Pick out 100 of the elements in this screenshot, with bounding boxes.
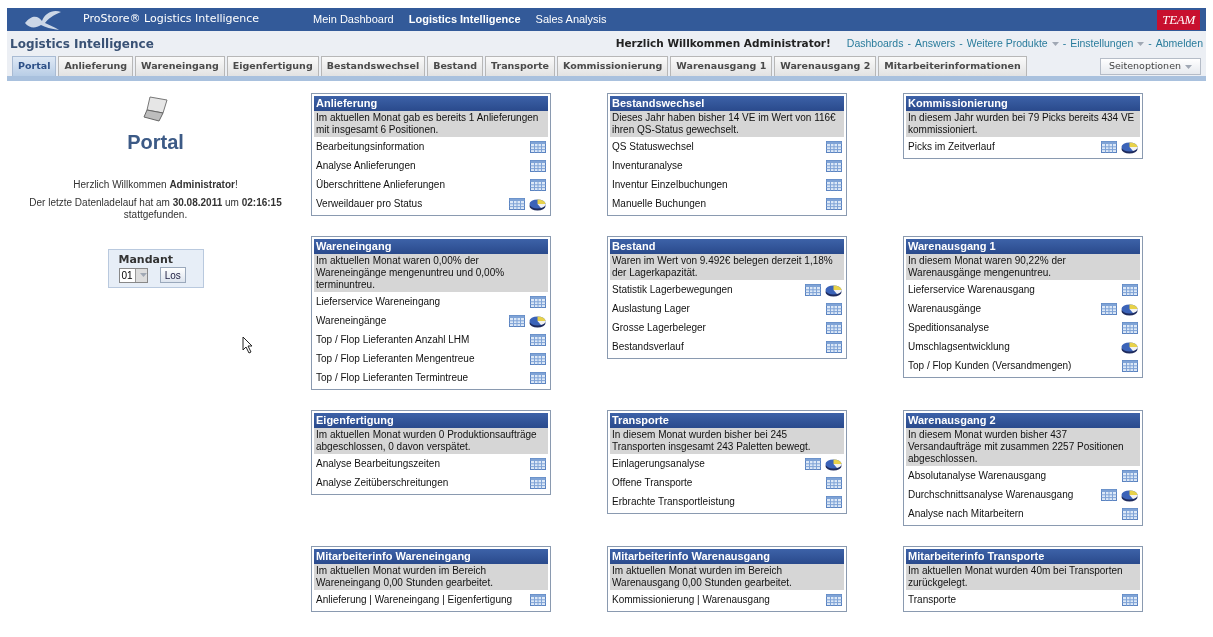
report-link[interactable]: Picks im Zeitverlauf — [908, 139, 995, 154]
tab[interactable]: Transporte — [485, 56, 555, 76]
report-link[interactable]: QS Statuswechsel — [612, 139, 694, 154]
report-link[interactable]: Speditionsanalyse — [908, 320, 990, 335]
table-icon[interactable] — [805, 457, 821, 470]
table-icon[interactable] — [509, 197, 525, 210]
report-link[interactable]: Durchschnittsanalyse Warenausgang — [908, 487, 1074, 502]
go-button[interactable]: Los — [159, 267, 186, 283]
report-link[interactable]: Wareneingänge — [316, 313, 387, 328]
table-icon[interactable] — [1122, 283, 1138, 296]
report-link[interactable]: Offene Transporte — [612, 475, 693, 490]
table-icon[interactable] — [826, 476, 842, 489]
report-link[interactable]: Analyse Zeitüberschreitungen — [316, 475, 449, 490]
nav-link[interactable]: Sales Analysis — [535, 11, 607, 28]
tab[interactable]: Warenausgang 2 — [774, 56, 877, 76]
report-link[interactable]: Lieferservice Wareneingang — [316, 294, 441, 309]
tab[interactable]: Bestandswechsel — [320, 56, 426, 76]
table-icon[interactable] — [1122, 507, 1138, 520]
header-link[interactable]: Abmelden — [1155, 35, 1203, 52]
table-icon[interactable] — [1101, 140, 1117, 153]
product-name: ProStore® Logistics Intelligence — [83, 11, 261, 28]
table-icon[interactable] — [530, 333, 546, 346]
laptop-icon — [142, 95, 169, 123]
table-icon[interactable] — [530, 352, 546, 365]
tab[interactable]: Wareneingang — [135, 56, 225, 76]
report-link[interactable]: Grosse Lagerbeleger — [612, 320, 706, 335]
table-icon[interactable] — [826, 593, 842, 606]
table-icon[interactable] — [826, 495, 842, 508]
table-icon[interactable] — [1122, 359, 1138, 372]
report-link[interactable]: Bearbeitungsinformation — [316, 139, 425, 154]
report-link[interactable]: Top / Flop Kunden (Versandmengen) — [908, 358, 1072, 373]
tab[interactable]: Anlieferung — [58, 56, 134, 76]
report-link[interactable]: Top / Flop Lieferanten Anzahl LHM — [316, 332, 470, 347]
table-icon[interactable] — [826, 140, 842, 153]
report-link[interactable]: Kommissionierung | Warenausgang — [612, 592, 770, 607]
report-link[interactable]: Anlieferung | Wareneingang | Eigenfertigung — [316, 592, 513, 607]
report-link[interactable]: Warenausgänge — [908, 301, 981, 316]
header-link[interactable]: Dashboards — [846, 35, 904, 52]
table-icon[interactable] — [530, 140, 546, 153]
header-link[interactable]: Answers — [914, 35, 956, 52]
table-icon[interactable] — [826, 302, 842, 315]
report-link[interactable]: Analyse nach Mitarbeitern — [908, 506, 1024, 521]
table-icon[interactable] — [530, 295, 546, 308]
tab[interactable]: Bestand — [427, 56, 484, 76]
welcome-text: Herzlich Willkommen Administrator! — [615, 35, 831, 51]
table-icon[interactable] — [530, 371, 546, 384]
table-icon[interactable] — [509, 314, 525, 327]
report-link[interactable]: Umschlagsentwicklung — [908, 339, 1010, 354]
report-link[interactable]: Top / Flop Lieferanten Termintreue — [316, 370, 469, 385]
header-link[interactable]: Einstellungen — [1070, 35, 1145, 52]
header-link[interactable]: Weitere Produkte — [966, 35, 1059, 52]
report-link[interactable]: Absolutanalyse Warenausgang — [908, 468, 1047, 483]
report-link[interactable]: Analyse Bearbeitungszeiten — [316, 456, 440, 471]
report-link[interactable]: Bestandsverlauf — [612, 339, 684, 354]
table-icon[interactable] — [530, 178, 546, 191]
card-title: Kommissionierung — [906, 96, 1140, 111]
table-icon[interactable] — [530, 476, 546, 489]
report-link[interactable]: Inventuranalyse — [612, 158, 683, 173]
report-link[interactable]: Top / Flop Lieferanten Mengentreue — [316, 351, 475, 366]
card-summary: In diesem Monat waren 90,22% der Warenausgänge mengenuntreu. — [906, 254, 1140, 280]
mandant-label: Mandant — [118, 254, 175, 266]
nav-link[interactable]: Logistics Intelligence — [408, 11, 521, 28]
report-link[interactable]: Statistik Lagerbewegungen — [612, 282, 733, 297]
table-icon[interactable] — [826, 321, 842, 334]
page-options-button[interactable]: Seitenoptionen — [1100, 58, 1201, 75]
table-icon[interactable] — [826, 178, 842, 191]
table-icon[interactable] — [1101, 488, 1117, 501]
mandant-select[interactable]: 01 — [118, 267, 148, 283]
table-icon[interactable] — [530, 457, 546, 470]
table-icon[interactable] — [1122, 469, 1138, 482]
table-icon[interactable] — [826, 197, 842, 210]
report-link[interactable]: Einlagerungsanalyse — [612, 456, 705, 471]
team-logo: TEAM — [1157, 9, 1200, 30]
table-icon[interactable] — [826, 159, 842, 172]
table-icon[interactable] — [805, 283, 821, 296]
report-link[interactable]: Erbrachte Transportleistung — [612, 494, 735, 509]
table-icon[interactable] — [530, 593, 546, 606]
card-title: Transporte — [610, 413, 844, 428]
table-icon[interactable] — [826, 340, 842, 353]
card-title: Mitarbeiterinfo Warenausgang — [610, 549, 844, 564]
tab[interactable]: Portal — [12, 56, 57, 76]
report-link[interactable]: Analyse Anlieferungen — [316, 158, 416, 173]
report-link[interactable]: Transporte — [908, 592, 956, 607]
report-link[interactable]: Lieferservice Warenausgang — [908, 282, 1035, 297]
table-icon[interactable] — [1122, 321, 1138, 334]
nav-link[interactable]: Mein Dashboard — [313, 11, 394, 28]
tab[interactable]: Mitarbeiterinformationen — [878, 56, 1027, 76]
table-icon[interactable] — [1122, 593, 1138, 606]
mouse-cursor-icon — [242, 336, 254, 354]
report-link[interactable]: Manuelle Buchungen — [612, 196, 706, 211]
tab[interactable]: Eigenfertigung — [226, 56, 319, 76]
report-link[interactable]: Auslastung Lager — [612, 301, 690, 316]
tab[interactable]: Kommissionierung — [557, 56, 669, 76]
table-icon[interactable] — [530, 159, 546, 172]
report-link[interactable]: Inventur Einzelbuchungen — [612, 177, 728, 192]
report-link[interactable]: Verweildauer pro Status — [316, 196, 423, 211]
report-link[interactable]: Überschrittene Anlieferungen — [316, 177, 445, 192]
tab[interactable]: Warenausgang 1 — [670, 56, 773, 76]
card-title: Warenausgang 2 — [906, 413, 1140, 428]
table-icon[interactable] — [1101, 302, 1117, 315]
